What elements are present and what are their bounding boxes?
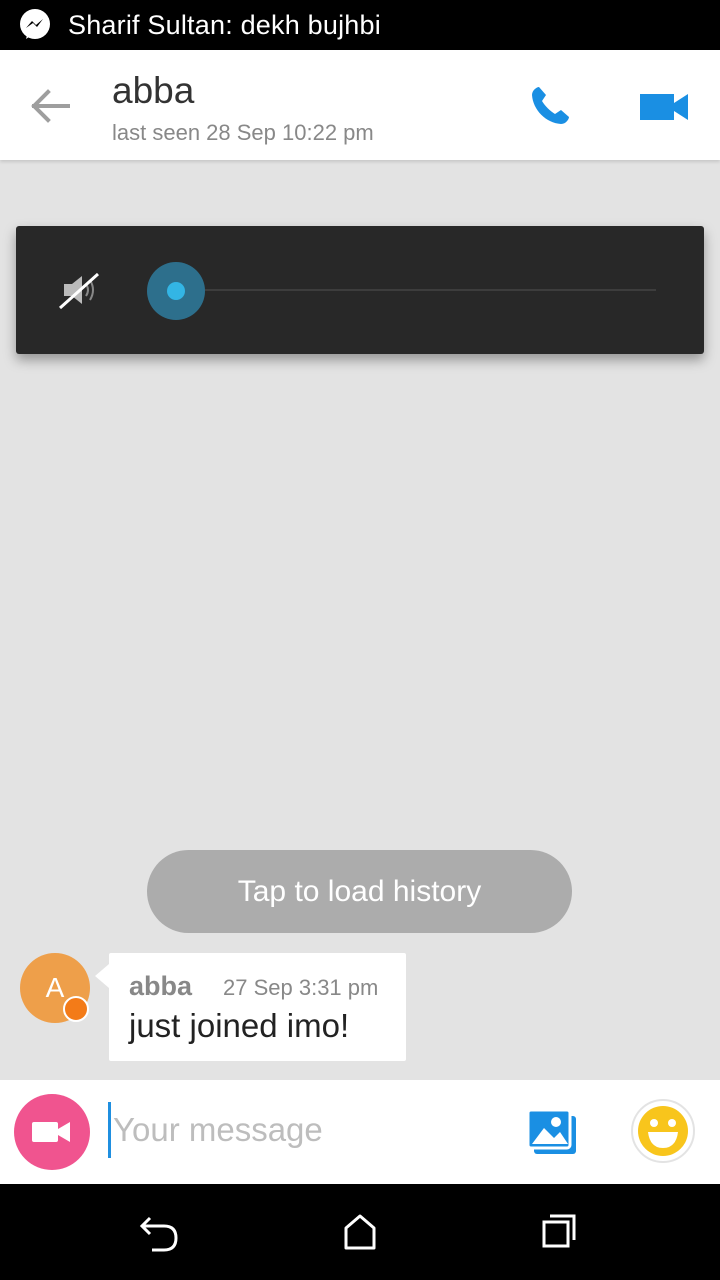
avatar-letter: A — [45, 972, 65, 1003]
volume-slider-thumb-center — [167, 282, 185, 300]
message-sender: abba — [129, 971, 193, 1001]
volume-slider-track[interactable] — [192, 289, 656, 291]
message-text: just joined imo! — [129, 1007, 350, 1044]
phone-icon[interactable] — [526, 82, 574, 130]
video-camera-icon[interactable] — [636, 86, 692, 126]
last-seen-status: last seen 28 Sep 10:22 pm — [112, 120, 374, 145]
load-history-button[interactable]: Tap to load history — [147, 850, 572, 933]
video-camera-icon — [32, 1122, 70, 1142]
message-timestamp: 27 Sep 3:31 pm — [223, 975, 379, 1000]
gallery-icon[interactable] — [524, 1106, 580, 1158]
nav-back-icon[interactable] — [134, 1210, 184, 1254]
messenger-icon — [20, 9, 50, 39]
system-navigation-bar — [0, 1184, 720, 1280]
chat-header: abba last seen 28 Sep 10:22 pm — [0, 50, 720, 160]
emoji-icon[interactable] — [630, 1098, 696, 1164]
message-input[interactable] — [108, 1102, 503, 1158]
nav-recents-icon[interactable] — [536, 1208, 582, 1254]
message-composer — [0, 1080, 720, 1184]
speaker-muted-icon[interactable] — [56, 268, 106, 312]
volume-slider-thumb[interactable] — [147, 262, 205, 320]
back-arrow-icon[interactable] — [24, 80, 76, 132]
status-bar: Sharif Sultan: dekh bujhbi — [0, 0, 720, 50]
volume-overlay — [16, 226, 704, 354]
contact-name[interactable]: abba — [112, 70, 194, 112]
avatar-status-badge — [63, 996, 89, 1022]
bubble-tail — [95, 964, 109, 988]
notification-text[interactable]: Sharif Sultan: dekh bujhbi — [68, 10, 381, 41]
nav-home-icon[interactable] — [336, 1208, 384, 1254]
video-message-button[interactable] — [14, 1094, 90, 1170]
message-bubble[interactable]: abba 27 Sep 3:31 pm just joined imo! — [109, 953, 406, 1061]
